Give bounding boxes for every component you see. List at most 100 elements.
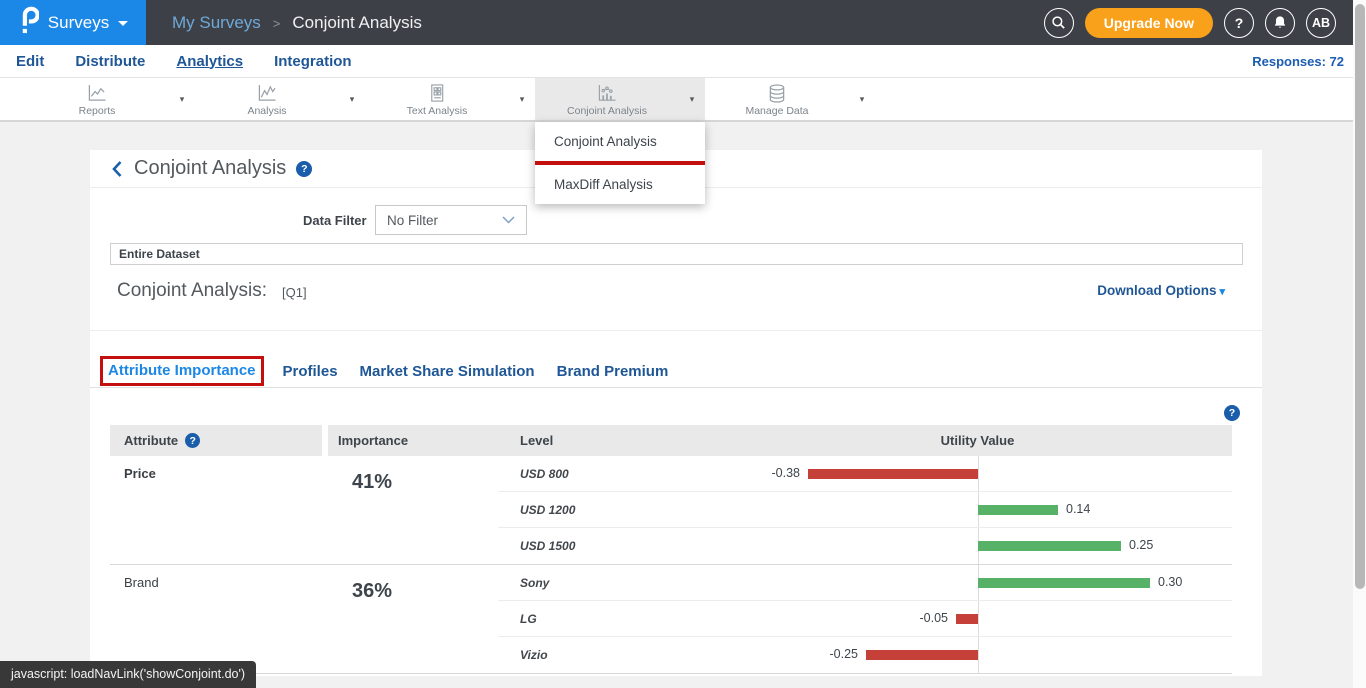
utility-bar-area: -0.05: [723, 601, 1232, 636]
levels: USD 800-0.38USD 12000.14USD 1500 0.25: [498, 456, 1232, 564]
analysis-caret-icon[interactable]: ▾: [339, 78, 365, 120]
upgrade-now-button[interactable]: Upgrade Now: [1085, 8, 1213, 38]
tab-attribute-importance[interactable]: Attribute Importance: [108, 362, 256, 379]
breadcrumb-parent-link[interactable]: My Surveys: [172, 13, 261, 33]
importance-value: 36%: [328, 565, 498, 673]
product-switcher[interactable]: Surveys: [0, 0, 146, 45]
zero-axis-line: [978, 456, 979, 491]
utility-value-label: 0.14: [1066, 502, 1090, 516]
nav-item-integration[interactable]: Integration: [274, 53, 352, 70]
page-scrollbar-track: [1353, 0, 1366, 688]
conjoint-analysis-caret-icon[interactable]: ▾: [679, 78, 705, 120]
tab-profiles[interactable]: Profiles: [283, 363, 338, 380]
questionpro-logo-icon: [18, 6, 39, 39]
product-menu-caret-icon: [118, 21, 128, 26]
top-header: Surveys My Surveys > Conjoint Analysis U…: [0, 0, 1366, 45]
attribute-name: Price: [110, 456, 328, 564]
level-name: USD 1500: [498, 528, 723, 564]
nav-item-edit[interactable]: Edit: [16, 53, 44, 70]
text-analysis-icon: [426, 84, 448, 103]
level-row: USD 1500 0.25: [498, 528, 1232, 564]
page-title: Conjoint Analysis: [134, 157, 286, 180]
level-row: USD 800-0.38: [498, 456, 1232, 492]
data-filter-select[interactable]: No Filter: [375, 205, 527, 235]
zero-axis-line: [978, 601, 979, 636]
toolbar-item-analysis[interactable]: Analysis ▾: [195, 78, 365, 120]
text-analysis-caret-icon[interactable]: ▾: [509, 78, 535, 120]
select-chevron-icon: [502, 216, 515, 224]
manage-data-caret-icon[interactable]: ▾: [849, 78, 875, 120]
back-button[interactable]: [112, 161, 122, 177]
column-header-importance: Importance: [328, 425, 498, 456]
level-name: LG: [498, 601, 723, 636]
section-divider: [90, 330, 1262, 331]
download-options-link[interactable]: Download Options▾: [1097, 283, 1225, 298]
column-header-level: Level: [498, 425, 723, 456]
reports-caret-icon[interactable]: ▾: [169, 78, 195, 120]
importance-value: 41%: [328, 456, 498, 564]
utility-value-label: -0.38: [772, 466, 801, 480]
conjoint-dropdown-menu: Conjoint Analysis MaxDiff Analysis: [535, 122, 705, 204]
avatar[interactable]: AB: [1306, 8, 1336, 38]
level-row: USD 12000.14: [498, 492, 1232, 528]
utility-bar: [866, 650, 978, 660]
toolbar-item-manage-data[interactable]: Manage Data ▾: [705, 78, 875, 120]
menu-item-maxdiff-analysis[interactable]: MaxDiff Analysis: [535, 165, 705, 204]
attribute-group-row: Price 41% USD 800-0.38USD 12000.14USD 15…: [110, 456, 1232, 565]
breadcrumb-separator: >: [273, 14, 281, 31]
utility-value-label: 0.25: [1129, 538, 1153, 552]
toolbar-item-text-analysis[interactable]: Text Analysis ▾: [365, 78, 535, 120]
attribute-importance-table: Attribute ? Importance Level Utility Val…: [110, 425, 1232, 674]
search-button[interactable]: [1044, 8, 1074, 38]
column-header-attribute: Attribute ?: [110, 425, 322, 456]
level-name: Sony: [498, 565, 723, 600]
data-filter-label: Data Filter: [303, 213, 367, 228]
utility-bar: [978, 541, 1121, 551]
menu-item-conjoint-analysis[interactable]: Conjoint Analysis: [535, 122, 705, 161]
help-button[interactable]: ?: [1224, 8, 1254, 38]
utility-bar: [978, 505, 1058, 515]
bell-icon: [1273, 15, 1287, 30]
nav-item-analytics[interactable]: Analytics: [176, 53, 243, 70]
utility-bar: [978, 578, 1150, 588]
utility-bar-area: 0.25: [723, 528, 1232, 564]
conjoint-analysis-icon: [596, 84, 618, 103]
reports-icon: [86, 84, 108, 103]
survey-nav: Edit Distribute Analytics Integration Re…: [0, 45, 1366, 78]
attribute-help-icon[interactable]: ?: [185, 433, 200, 448]
title-help-icon[interactable]: ?: [296, 161, 312, 177]
table-help-icon[interactable]: ?: [1224, 405, 1240, 421]
notifications-button[interactable]: [1265, 8, 1295, 38]
product-menu-label: Surveys: [48, 13, 109, 33]
column-header-utility-value: Utility Value: [723, 425, 1232, 456]
attribute-name: Brand: [110, 565, 328, 673]
status-link-tooltip: javascript: loadNavLink('showConjoint.do…: [0, 661, 256, 688]
utility-value-label: -0.25: [830, 647, 859, 661]
page-scrollbar-thumb[interactable]: [1355, 4, 1365, 589]
level-row: Vizio-0.25: [498, 637, 1232, 673]
breadcrumb: My Surveys > Conjoint Analysis: [172, 13, 422, 33]
download-caret-icon: ▾: [1219, 286, 1225, 298]
zero-axis-line: [978, 637, 979, 673]
table-body: Price 41% USD 800-0.38USD 12000.14USD 15…: [110, 456, 1232, 674]
utility-bar-area: 0.30: [723, 565, 1232, 600]
tab-brand-premium[interactable]: Brand Premium: [557, 363, 669, 380]
responses-count: Responses: 72: [1252, 54, 1350, 69]
utility-bar-area: -0.38: [723, 456, 1232, 491]
dataset-field[interactable]: [110, 243, 1243, 265]
question-reference: [Q1]: [282, 285, 307, 300]
data-filter-value: No Filter: [387, 213, 438, 228]
back-chevron-icon: [112, 161, 122, 177]
utility-bar: [808, 469, 978, 479]
toolbar-item-conjoint-analysis[interactable]: Conjoint Analysis ▾: [535, 78, 705, 120]
tab-market-share-simulation[interactable]: Market Share Simulation: [360, 363, 535, 380]
nav-item-distribute[interactable]: Distribute: [75, 53, 145, 70]
level-row: Sony0.30: [498, 565, 1232, 601]
toolbar-item-reports[interactable]: Reports ▾: [25, 78, 195, 120]
analysis-icon: [256, 84, 278, 103]
search-icon: [1051, 15, 1066, 30]
table-header: Attribute ? Importance Level Utility Val…: [110, 425, 1232, 456]
utility-bar-area: -0.25: [723, 637, 1232, 673]
breadcrumb-current: Conjoint Analysis: [292, 13, 421, 33]
annotation-red-box: Attribute Importance: [100, 356, 264, 386]
